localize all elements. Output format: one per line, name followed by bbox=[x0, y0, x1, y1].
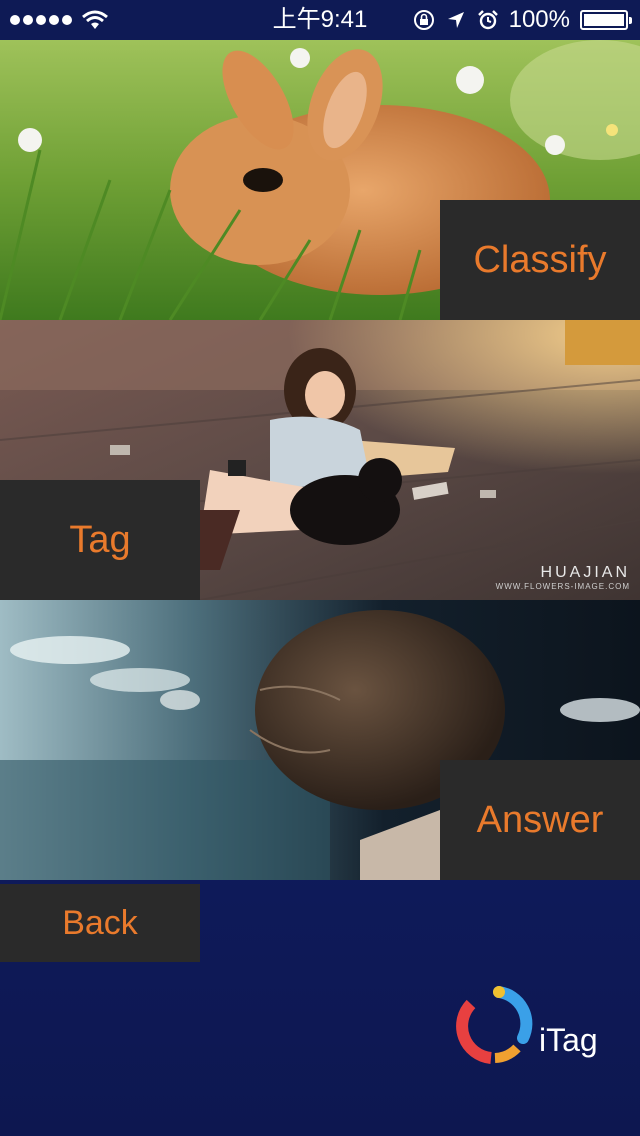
tag-button[interactable]: Tag bbox=[0, 480, 200, 600]
location-icon bbox=[447, 12, 464, 28]
tag-panel[interactable]: HUAJIAN WWW.FLOWERS-IMAGE.COM Tag bbox=[0, 320, 640, 600]
classify-panel[interactable]: Classify bbox=[0, 40, 640, 320]
answer-panel[interactable]: Answer bbox=[0, 600, 640, 880]
wifi-icon bbox=[82, 10, 108, 29]
classify-button[interactable]: Classify bbox=[440, 200, 640, 320]
alarm-icon bbox=[477, 10, 498, 30]
rotation-lock-icon bbox=[413, 10, 434, 30]
itag-logo-icon bbox=[456, 986, 533, 1064]
watermark: HUAJIAN WWW.FLOWERS-IMAGE.COM bbox=[495, 564, 630, 592]
battery-percent: 100% bbox=[508, 6, 570, 33]
signal-dots-icon bbox=[10, 15, 72, 25]
logo-text: iTag bbox=[539, 1022, 598, 1058]
itag-logo: iTag bbox=[455, 982, 615, 1066]
status-bar: 上午9:41 100% bbox=[0, 0, 640, 40]
back-button[interactable]: Back bbox=[0, 884, 200, 962]
answer-button[interactable]: Answer bbox=[440, 760, 640, 880]
battery-icon bbox=[580, 10, 632, 30]
